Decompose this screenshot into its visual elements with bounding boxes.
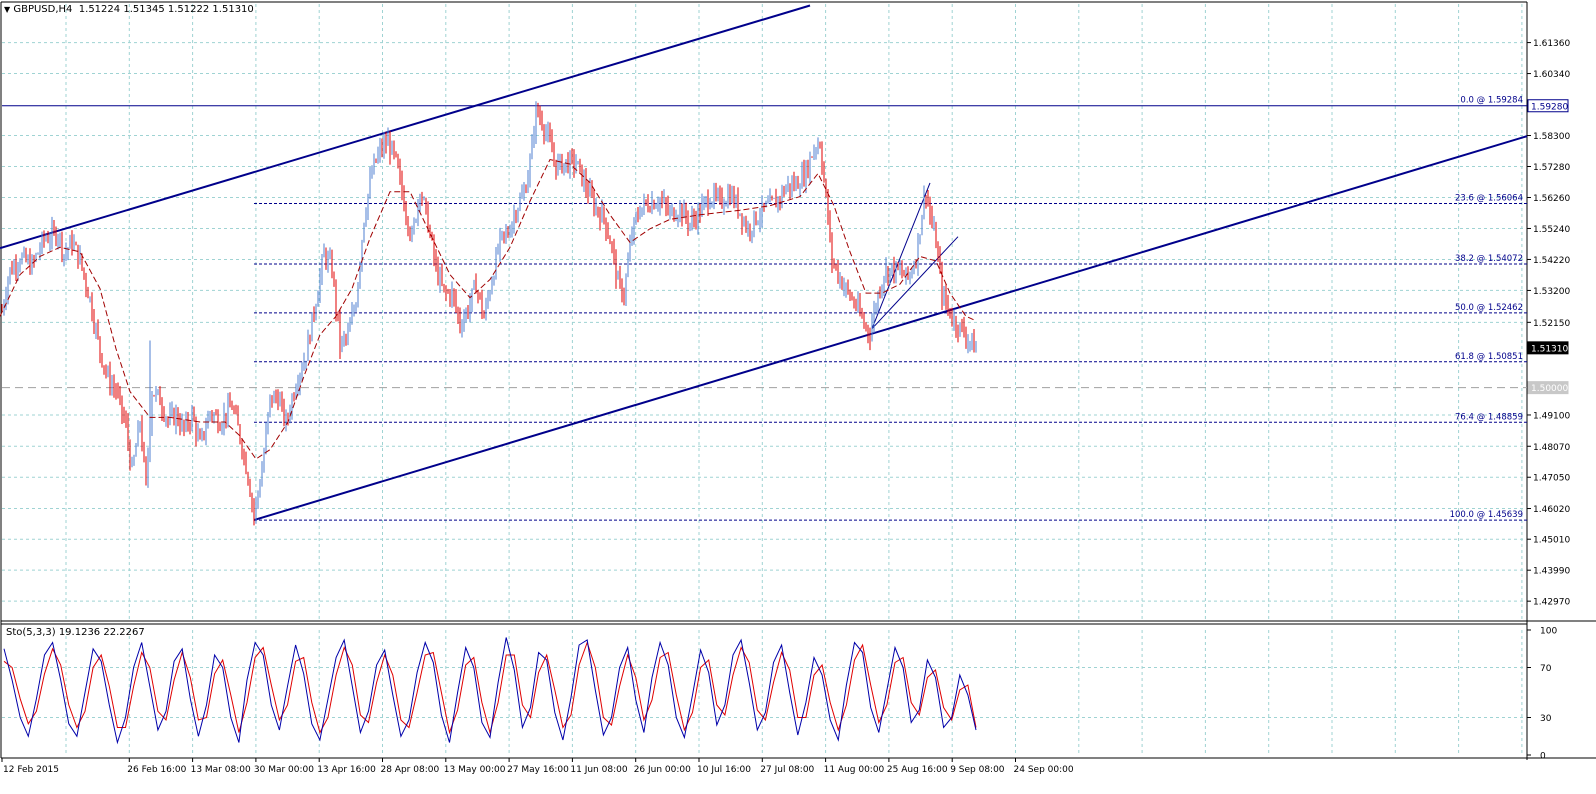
x-tick-label: 12 Feb 2015 <box>3 765 59 775</box>
y-tick-label: 70 <box>1540 664 1552 674</box>
fib-level-label: 61.8 @ 1.50851 <box>1455 352 1523 362</box>
price-tag-label: 1.51310 <box>1531 344 1568 354</box>
x-tick-label: 13 Mar 08:00 <box>191 765 251 775</box>
chart-header: ▼ GBPUSD,H4 1.51224 1.51345 1.51222 1.51… <box>4 4 254 15</box>
y-tick-label: 1.48070 <box>1533 443 1570 453</box>
y-tick-label: 30 <box>1540 714 1552 724</box>
y-tick-label: 1.58300 <box>1533 132 1570 142</box>
y-tick-label: 1.52150 <box>1533 319 1570 329</box>
symbol-label: GBPUSD,H4 <box>13 4 73 15</box>
fib-level-label: 38.2 @ 1.54072 <box>1455 254 1523 264</box>
x-tick-label: 11 Aug 00:00 <box>824 765 885 775</box>
y-tick-label: 1.54220 <box>1533 256 1570 266</box>
close-value: 1.51310 <box>212 4 254 15</box>
y-tick-label: 100 <box>1540 627 1557 637</box>
price-tag-label: 1.50000 <box>1531 384 1568 394</box>
y-tick-label: 1.61360 <box>1533 39 1570 49</box>
y-tick-label: 1.60340 <box>1533 70 1570 80</box>
x-tick-label: 30 Mar 00:00 <box>254 765 314 775</box>
x-tick-label: 9 Sep 08:00 <box>950 765 1005 775</box>
y-tick-label: 1.43990 <box>1533 567 1570 577</box>
high-value: 1.51345 <box>123 4 165 15</box>
fib-level-label: 100.0 @ 1.45639 <box>1450 510 1523 520</box>
y-tick-label: 1.53200 <box>1533 287 1570 297</box>
x-tick-label: 13 Apr 16:00 <box>317 765 376 775</box>
price-tag-label: 1.59280 <box>1531 102 1568 112</box>
y-tick-label: 1.49100 <box>1533 411 1570 421</box>
open-value: 1.51224 <box>78 4 121 15</box>
y-tick-label: 1.55240 <box>1533 225 1570 235</box>
x-tick-label: 13 May 00:00 <box>444 765 506 775</box>
x-tick-label: 11 Jun 08:00 <box>570 765 627 775</box>
fib-level-label: 23.6 @ 1.56064 <box>1455 193 1523 203</box>
x-tick-label: 27 Jul 08:00 <box>760 765 814 775</box>
y-tick-label: 1.45010 <box>1533 536 1570 546</box>
low-value: 1.51222 <box>167 4 210 15</box>
collapse-triangle-icon[interactable]: ▼ <box>4 5 10 14</box>
chart-canvas[interactable]: 0.0 @ 1.59284 23.6 @ 1.56064 38.2 @ 1.5407… <box>0 0 1596 790</box>
fib-level-label: 0.0 @ 1.59284 <box>1460 96 1523 106</box>
fib-level-label: 76.4 @ 1.48859 <box>1455 412 1523 422</box>
fib-level-label: 50.0 @ 1.52462 <box>1455 303 1523 313</box>
x-tick-label: 24 Sep 00:00 <box>1014 765 1074 775</box>
chart-window[interactable]: 0.0 @ 1.59284 23.6 @ 1.56064 38.2 @ 1.5407… <box>0 0 1596 790</box>
x-tick-label: 28 Apr 08:00 <box>381 765 440 775</box>
oscillator-header: Sto(5,3,3) 19.1236 22.2267 <box>6 627 145 638</box>
stochastic-label: Sto(5,3,3) 19.1236 22.2267 <box>6 627 145 638</box>
x-tick-label: 25 Aug 16:00 <box>887 765 948 775</box>
x-tick-label: 26 Jun 00:00 <box>634 765 691 775</box>
y-tick-label: 1.46020 <box>1533 505 1570 515</box>
y-tick-label: 1.47050 <box>1533 474 1570 484</box>
y-tick-label: 1.56260 <box>1533 194 1570 204</box>
x-tick-label: 10 Jul 16:00 <box>697 765 751 775</box>
y-tick-label: 0 <box>1540 752 1546 762</box>
y-tick-label: 1.42970 <box>1533 598 1570 608</box>
x-tick-label: 27 May 16:00 <box>507 765 569 775</box>
y-tick-label: 1.57280 <box>1533 163 1570 173</box>
x-tick-label: 26 Feb 16:00 <box>127 765 186 775</box>
